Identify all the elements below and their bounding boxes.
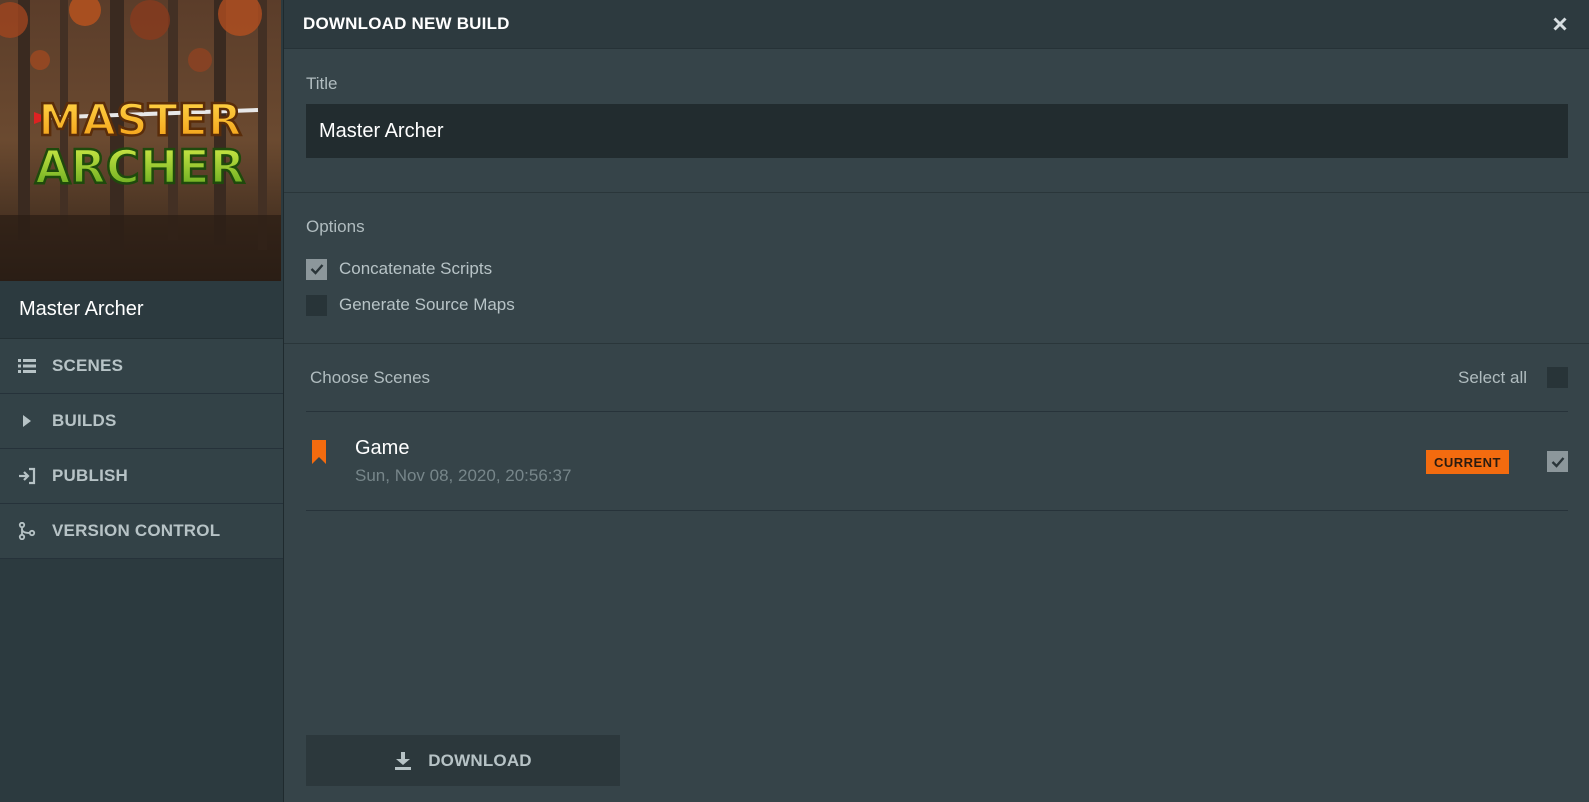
sidebar-item-label: BUILDS <box>52 411 117 430</box>
sidebar-item-scenes[interactable]: SCENES <box>0 339 283 394</box>
check-icon <box>310 264 323 275</box>
play-icon <box>18 412 36 430</box>
title-input[interactable] <box>306 104 1568 158</box>
title-section: Title <box>284 49 1589 193</box>
choose-scenes-header: Choose Scenes Select all <box>306 344 1568 412</box>
current-badge: CURRENT <box>1425 450 1509 474</box>
options-section: Options Concatenate Scripts Generate Sou… <box>284 193 1589 344</box>
title-label: Title <box>306 74 338 93</box>
dialog-header: DOWNLOAD NEW BUILD <box>284 0 1589 49</box>
bookmark-icon <box>312 440 326 469</box>
generate-source-maps-option[interactable]: Generate Source Maps <box>306 287 1568 323</box>
sidebar-item-label: SCENES <box>52 356 124 375</box>
choose-scenes-label: Choose Scenes <box>310 367 431 387</box>
sidebar-item-version-control[interactable]: VERSION CONTROL <box>0 504 283 559</box>
scene-row[interactable]: Game Sun, Nov 08, 2020, 20:56:37 CURRENT <box>306 412 1568 511</box>
sidebar: MASTER ARCHER Master Archer SCENES BUILD… <box>0 0 284 802</box>
download-button[interactable]: DOWNLOAD <box>306 735 620 786</box>
concatenate-scripts-checkbox[interactable] <box>306 258 327 280</box>
select-all-checkbox[interactable] <box>1547 367 1568 388</box>
sidebar-item-builds[interactable]: BUILDS <box>0 394 283 449</box>
download-label: DOWNLOAD <box>428 750 532 770</box>
list-icon <box>18 357 36 375</box>
app-window: MASTER ARCHER Master Archer SCENES BUILD… <box>0 0 1589 802</box>
select-all-toggle[interactable]: Select all <box>1458 367 1568 388</box>
select-all-label: Select all <box>1458 367 1527 387</box>
logo-line2: ARCHER <box>35 140 245 194</box>
scene-info: Game Sun, Nov 08, 2020, 20:56:37 <box>355 437 571 486</box>
scene-modified-date: Sun, Nov 08, 2020, 20:56:37 <box>355 465 572 485</box>
branch-icon <box>18 522 36 540</box>
sidebar-item-label: VERSION CONTROL <box>52 521 221 540</box>
concatenate-scripts-option[interactable]: Concatenate Scripts <box>306 251 1568 287</box>
scene-name: Game <box>355 436 410 459</box>
download-icon <box>394 751 412 770</box>
project-name: Master Archer <box>0 281 283 339</box>
publish-icon <box>18 467 36 485</box>
sidebar-item-label: PUBLISH <box>52 466 129 485</box>
download-build-dialog: DOWNLOAD NEW BUILD Title Options <box>284 0 1589 802</box>
options-label: Options <box>306 217 365 236</box>
concatenate-scripts-label: Concatenate Scripts <box>339 259 493 278</box>
generate-source-maps-checkbox[interactable] <box>306 294 327 316</box>
close-icon[interactable] <box>1549 13 1571 35</box>
dialog-title: DOWNLOAD NEW BUILD <box>303 14 510 33</box>
project-thumbnail: MASTER ARCHER <box>0 0 281 281</box>
check-icon <box>1551 456 1564 468</box>
sidebar-item-publish[interactable]: PUBLISH <box>0 449 283 504</box>
scene-checkbox[interactable] <box>1547 451 1568 472</box>
generate-source-maps-label: Generate Source Maps <box>339 295 515 314</box>
logo-line1: MASTER <box>38 95 241 146</box>
